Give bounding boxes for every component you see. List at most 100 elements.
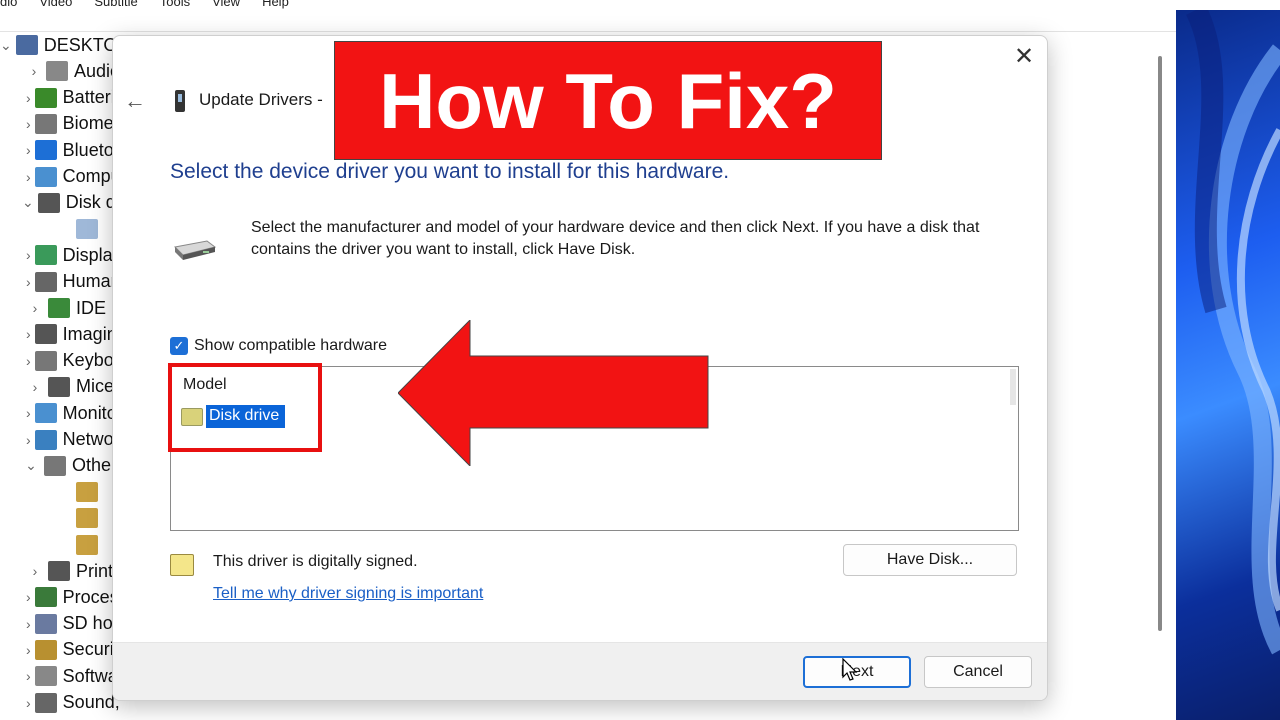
chevron-right-icon[interactable]: › [26,668,31,684]
menu-item[interactable]: dio [0,0,17,9]
show-compatible-label: Show compatible hardware [194,337,387,354]
hid-icon [34,271,57,292]
tree-item[interactable]: › IDE [0,295,120,321]
ide-icon [48,298,70,318]
tree-item-label: Mice [76,376,115,397]
back-button[interactable]: ← [121,87,149,115]
tree-item[interactable] [0,479,120,505]
tree-item[interactable] [0,505,120,531]
chevron-down-icon[interactable]: ⌄ [0,37,12,54]
tree-item[interactable]: ›Network [0,427,120,453]
network-icon [34,429,57,450]
tree-item[interactable]: ›Software [0,663,120,689]
dialog-title: Update Drivers - [199,90,323,109]
chevron-right-icon[interactable]: › [26,142,31,158]
chevron-right-icon[interactable]: › [26,169,31,185]
chevron-down-icon[interactable]: ⌄ [22,457,40,474]
tree-item[interactable]: › Print [0,558,120,584]
title-banner: How To Fix? [334,41,882,160]
disk-icon [37,192,60,213]
chevron-right-icon[interactable]: › [26,379,44,395]
security-icon [34,639,57,660]
chevron-right-icon[interactable]: › [26,247,31,263]
tree-item-label: DESKTOP [43,34,120,55]
chevron-right-icon[interactable]: › [26,563,44,579]
tree-item[interactable]: ⌄ DESKTOP [0,32,120,58]
toolbar [0,10,1176,32]
tree-item[interactable]: › Mice [0,374,120,400]
have-disk-button[interactable]: Have Disk... [843,544,1017,576]
show-compatible-row[interactable]: ✓ Show compatible hardware [170,337,387,355]
chevron-right-icon[interactable]: › [26,432,31,448]
chevron-right-icon[interactable]: › [26,300,44,316]
sd-icon [34,613,57,634]
tree-item[interactable]: ›Sound, video and game controllers [0,690,120,716]
tree-item[interactable] [0,532,120,558]
driver-signing-link[interactable]: Tell me why driver signing is important [213,585,483,603]
close-button[interactable]: ✕ [1011,44,1037,70]
monitor-icon [34,166,57,187]
chevron-right-icon[interactable]: › [26,116,31,132]
chevron-down-icon[interactable]: ⌄ [22,194,34,211]
disk-icon [76,219,98,240]
speaker-icon [34,692,57,713]
tree-item[interactable]: ⌄ Other [0,453,120,479]
menu-item[interactable]: Help [262,0,289,9]
chevron-right-icon[interactable]: › [26,616,31,632]
scrollbar-thumb[interactable] [1158,56,1162,631]
menu-item[interactable]: View [212,0,240,9]
device-icon [175,90,185,112]
tree-item[interactable]: › Audio [0,58,120,84]
display-icon [34,245,57,266]
bluetooth-icon [34,140,57,161]
chevron-right-icon[interactable]: › [26,589,31,605]
mouse-cursor-icon [842,658,858,681]
show-compatible-checkbox[interactable]: ✓ [170,337,188,355]
tree-item[interactable]: ›Monitors [0,400,120,426]
tree-item[interactable]: ›Biometric [0,111,120,137]
chevron-right-icon[interactable]: › [26,353,31,369]
warning-device-icon [76,534,98,555]
tree-item[interactable]: › Human [0,269,120,295]
warning-device-icon [76,482,98,503]
battery-icon [34,87,57,108]
signed-driver-icon [170,554,194,576]
chevron-right-icon[interactable]: › [26,326,31,342]
tree-scrollbar[interactable] [1150,32,1176,720]
chevron-right-icon[interactable]: › [26,695,31,711]
chevron-right-icon[interactable]: › [26,90,31,106]
camera-icon [34,324,57,345]
list-scrollbar[interactable] [1010,369,1016,405]
tree-item[interactable] [0,216,120,242]
tree-item[interactable]: ⌄Disk drives [0,190,120,216]
question-icon [44,455,66,476]
chevron-right-icon[interactable]: › [26,63,42,79]
tree-item-label: Other [72,455,118,476]
menu-item[interactable]: Subtitle [94,0,137,9]
tree-item[interactable]: ›Keyboards [0,348,120,374]
chevron-right-icon[interactable]: › [26,274,31,290]
wallpaper-swirl [1186,10,1280,655]
tree-item[interactable]: ›Imaging [0,321,120,347]
highlight-box [168,363,322,452]
cancel-button[interactable]: Cancel [924,656,1032,688]
chevron-right-icon[interactable]: › [26,405,31,421]
signed-status-text: This driver is digitally signed. [213,553,418,570]
tree-item[interactable]: ›Processors [0,584,120,610]
device-tree: ⌄ DESKTOP ›Audio›Batteries›Biometric›Bluet… [0,32,120,720]
tree-item[interactable]: ›Batteries [0,85,120,111]
monitor-icon [34,403,57,424]
tree-item[interactable]: ›Bluetooth [0,137,120,163]
menu-item[interactable]: Tools [160,0,190,9]
tree-item[interactable]: ›SD host [0,611,120,637]
chevron-right-icon[interactable]: › [26,642,31,658]
menu-bar: dio Video Subtitle Tools View Help [0,0,1176,9]
menu-item[interactable]: Video [39,0,72,9]
keyboard-icon [34,350,57,371]
chip-icon [34,587,57,608]
tree-item[interactable]: › Display [0,242,120,268]
speaker-icon [45,61,68,82]
tree-item-label: Print [76,560,114,581]
tree-item[interactable]: ›Computer [0,164,120,190]
tree-item[interactable]: ›Security [0,637,120,663]
